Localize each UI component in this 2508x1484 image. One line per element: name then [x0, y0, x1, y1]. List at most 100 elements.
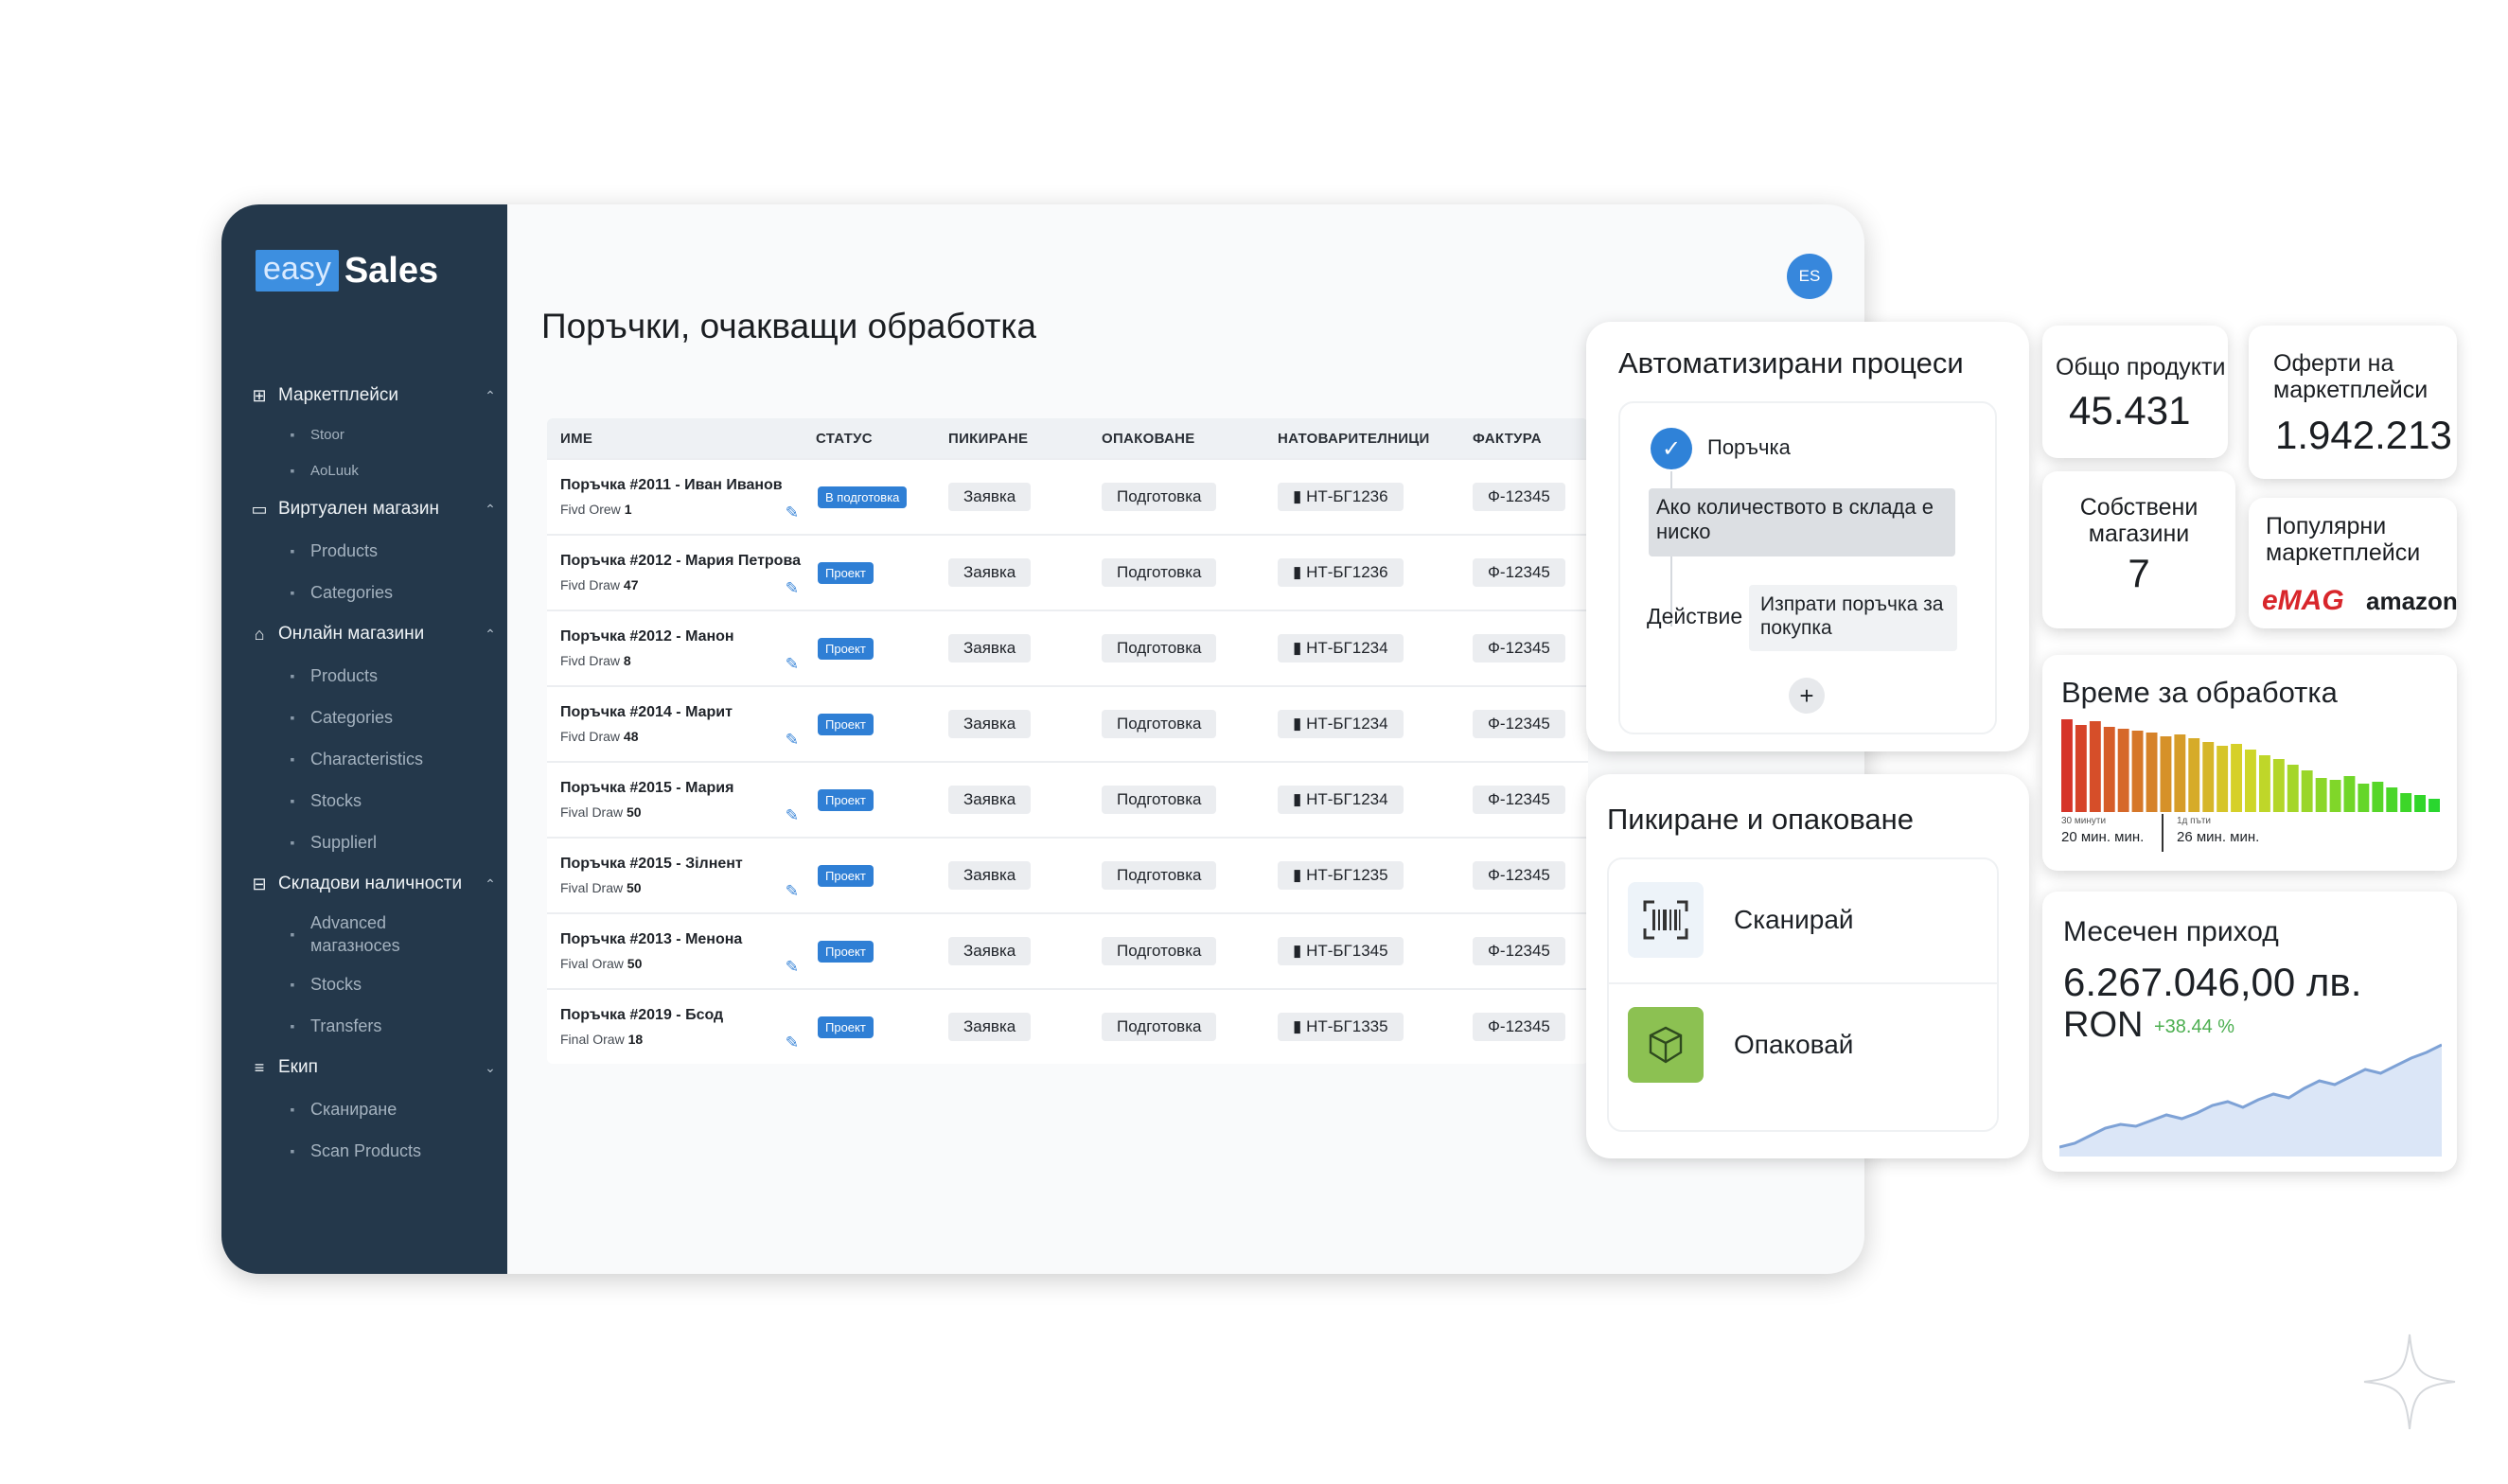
sidebar-group[interactable]: ≡ Екип ⌄ — [221, 1047, 507, 1088]
avatar[interactable]: ES — [1787, 254, 1832, 299]
sidebar-item[interactable]: ▪ Characteristics — [221, 738, 507, 780]
emag-logo[interactable]: eMAG — [2262, 585, 2344, 617]
sidebar-group[interactable]: ▭ Виртуален магазин ⌃ — [221, 488, 507, 530]
waybill-chip[interactable]: ▮ НТ-БГ1345 — [1278, 937, 1404, 965]
table-row[interactable]: Поръчка #2015 - Мария Fival Draw 50 ✎ Проек… — [547, 761, 1588, 837]
sidebar-item[interactable]: ▪ Products — [221, 655, 507, 697]
pack-action[interactable]: Опаковай — [1628, 1007, 1853, 1083]
table-row[interactable]: Поръчка #2013 - Менона Fival Oraw 50 ✎ Прое… — [547, 912, 1588, 988]
invoice-chip[interactable]: Ф-12345 — [1473, 937, 1565, 965]
status-badge[interactable]: Проект — [818, 864, 874, 887]
packing-chip[interactable]: Подготовка — [1102, 1013, 1217, 1041]
sidebar-item[interactable]: ▪ AoLuuk — [221, 452, 507, 488]
table-row[interactable]: Поръчка #2012 - Манон Fivd Draw 8 ✎ Проект З… — [547, 610, 1588, 685]
scan-action[interactable]: Сканирай — [1628, 882, 1854, 958]
picking-chip[interactable]: Заявка — [948, 634, 1032, 662]
status-badge[interactable]: Проект — [818, 637, 874, 660]
col-invoice[interactable]: ФАКТУРА — [1473, 431, 1588, 447]
order-name[interactable]: Поръчка #2015 - Мария — [560, 780, 816, 797]
edit-icon[interactable]: ✎ — [786, 958, 799, 977]
order-name[interactable]: Поръчка #2011 - Иван Иванов — [560, 477, 816, 494]
status-badge[interactable]: Проект — [818, 713, 874, 735]
picking-chip[interactable]: Заявка — [948, 483, 1032, 511]
sidebar-item[interactable]: ▪ Advanced магазносеs — [221, 905, 507, 963]
edit-icon[interactable]: ✎ — [786, 504, 799, 522]
sidebar-item[interactable]: ▪ Stoor — [221, 416, 507, 452]
invoice-chip[interactable]: Ф-12345 — [1473, 1013, 1565, 1041]
col-picking[interactable]: ПИКИРАНЕ — [948, 431, 1102, 447]
chevron-up-icon[interactable]: ⌃ — [473, 627, 507, 643]
sidebar-group[interactable]: ⊟ Складови наличности ⌃ — [221, 863, 507, 905]
packing-chip[interactable]: Подготовка — [1102, 861, 1217, 890]
invoice-chip[interactable]: Ф-12345 — [1473, 634, 1565, 662]
waybill-chip[interactable]: ▮ НТ-БГ1235 — [1278, 861, 1404, 890]
sidebar-item[interactable]: ▪ Categories — [221, 697, 507, 738]
waybill-chip[interactable]: ▮ НТ-БГ1234 — [1278, 710, 1404, 738]
sidebar-item[interactable]: ▪ Products — [221, 530, 507, 572]
packing-chip[interactable]: Подготовка — [1102, 710, 1217, 738]
automation-condition[interactable]: Ако количеството в склада е ниско — [1649, 488, 1955, 556]
col-packing[interactable]: ОПАКОВАНЕ — [1102, 431, 1278, 447]
edit-icon[interactable]: ✎ — [786, 882, 799, 901]
col-status[interactable]: СТАТУС — [816, 431, 948, 447]
picking-chip[interactable]: Заявка — [948, 1013, 1032, 1041]
status-badge[interactable]: Проект — [818, 940, 874, 963]
sidebar-group[interactable]: ⊞ Маркетплейси ⌃ — [221, 375, 507, 416]
invoice-chip[interactable]: Ф-12345 — [1473, 483, 1565, 511]
edit-icon[interactable]: ✎ — [786, 655, 799, 674]
table-row[interactable]: Поръчка #2015 - Зілнент Fival Draw 50 ✎ Про… — [547, 837, 1588, 912]
packing-chip[interactable]: Подготовка — [1102, 483, 1217, 511]
sidebar-item[interactable]: ▪ Stocks — [221, 963, 507, 1005]
col-name[interactable]: ИМЕ — [547, 431, 816, 447]
sidebar-item[interactable]: ▪ Categories — [221, 572, 507, 613]
amazon-logo[interactable]: amazon — [2366, 587, 2458, 616]
sidebar-group[interactable]: ⌂ Онлайн магазини ⌃ — [221, 613, 507, 655]
order-name[interactable]: Поръчка #2014 - Марит — [560, 704, 816, 721]
picking-chip[interactable]: Заявка — [948, 937, 1032, 965]
col-waybill[interactable]: НАТОВАРИТЕЛНИЦИ — [1278, 431, 1473, 447]
chevron-up-icon[interactable]: ⌃ — [473, 502, 507, 518]
picking-chip[interactable]: Заявка — [948, 558, 1032, 587]
packing-chip[interactable]: Подготовка — [1102, 634, 1217, 662]
status-badge[interactable]: Проект — [818, 561, 874, 584]
sidebar-item[interactable]: ▪ Scan Products — [221, 1130, 507, 1172]
add-step-button[interactable]: + — [1789, 678, 1825, 714]
order-name[interactable]: Поръчка #2015 - Зілнент — [560, 856, 816, 873]
table-row[interactable]: Поръчка #2019 - Бсод Final Oraw 18 ✎ Проект… — [547, 988, 1588, 1064]
sidebar-item[interactable]: ▪ Stocks — [221, 780, 507, 822]
automation-action[interactable]: Изпрати поръчка за покупка — [1749, 585, 1957, 651]
invoice-chip[interactable]: Ф-12345 — [1473, 710, 1565, 738]
waybill-chip[interactable]: ▮ НТ-БГ1234 — [1278, 786, 1404, 814]
status-badge[interactable]: В подготовка — [818, 486, 908, 508]
packing-chip[interactable]: Подготовка — [1102, 558, 1217, 587]
waybill-chip[interactable]: ▮ НТ-БГ1236 — [1278, 483, 1404, 511]
edit-icon[interactable]: ✎ — [786, 1034, 799, 1052]
edit-icon[interactable]: ✎ — [786, 806, 799, 825]
sidebar-item[interactable]: ▪ Supplierl — [221, 822, 507, 863]
packing-chip[interactable]: Подготовка — [1102, 786, 1217, 814]
chevron-up-icon[interactable]: ⌃ — [473, 388, 507, 404]
status-badge[interactable]: Проект — [818, 1016, 874, 1038]
order-name[interactable]: Поръчка #2013 - Менона — [560, 931, 816, 948]
edit-icon[interactable]: ✎ — [786, 579, 799, 598]
waybill-chip[interactable]: ▮ НТ-БГ1236 — [1278, 558, 1404, 587]
edit-icon[interactable]: ✎ — [786, 731, 799, 750]
picking-chip[interactable]: Заявка — [948, 861, 1032, 890]
picking-chip[interactable]: Заявка — [948, 710, 1032, 738]
waybill-chip[interactable]: ▮ НТ-БГ1335 — [1278, 1013, 1404, 1041]
waybill-chip[interactable]: ▮ НТ-БГ1234 — [1278, 634, 1404, 662]
sidebar-item[interactable]: ▪ Сканиране — [221, 1088, 507, 1130]
table-row[interactable]: Поръчка #2012 - Мария Петрова Fivd Draw 4… — [547, 534, 1588, 610]
table-row[interactable]: Поръчка #2011 - Иван Иванов Fivd Orew 1 ✎ В… — [547, 458, 1588, 534]
invoice-chip[interactable]: Ф-12345 — [1473, 558, 1565, 587]
order-name[interactable]: Поръчка #2012 - Мария Петрова — [560, 553, 816, 570]
logo[interactable]: easy Sales — [256, 250, 438, 292]
status-badge[interactable]: Проект — [818, 788, 874, 811]
order-name[interactable]: Поръчка #2019 - Бсод — [560, 1007, 816, 1024]
table-row[interactable]: Поръчка #2014 - Марит Fivd Draw 48 ✎ Проект… — [547, 685, 1588, 761]
sidebar-item[interactable]: ▪ Transfers — [221, 1005, 507, 1047]
invoice-chip[interactable]: Ф-12345 — [1473, 861, 1565, 890]
order-name[interactable]: Поръчка #2012 - Манон — [560, 628, 816, 645]
chevron-up-icon[interactable]: ⌃ — [473, 876, 507, 892]
picking-chip[interactable]: Заявка — [948, 786, 1032, 814]
